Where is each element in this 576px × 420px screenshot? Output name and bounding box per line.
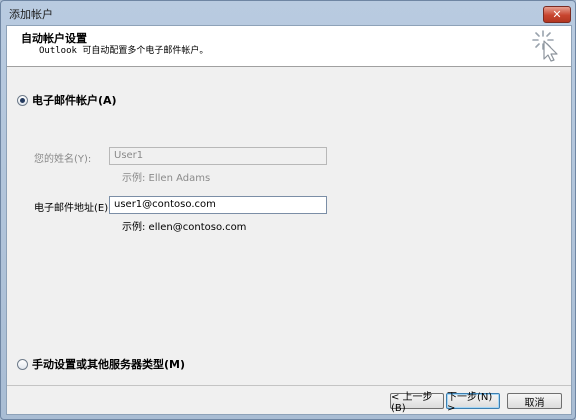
email-hint: 示例: ellen@contoso.com (122, 222, 247, 233)
radio-manual-setup[interactable]: 手动设置或其他服务器类型(M) (17, 356, 185, 372)
header-subtitle: Outlook 可自动配置多个电子邮件帐户。 (39, 46, 209, 56)
email-account-label: 电子邮件帐户(A) (32, 94, 117, 107)
next-button[interactable]: 下一步(N) > (446, 392, 500, 414)
name-hint: 示例: Ellen Adams (122, 173, 211, 184)
close-button[interactable]: ✕ (543, 6, 571, 23)
name-label: 您的姓名(Y): (34, 154, 92, 165)
back-button[interactable]: < 上一步(B) (390, 392, 444, 414)
add-account-dialog: 添加帐户 ✕ 自动帐户设置 Outlook 可自动配置多个电子邮件帐户。 电子邮… (0, 0, 576, 420)
close-icon: ✕ (552, 8, 562, 21)
wizard-header: 自动帐户设置 Outlook 可自动配置多个电子邮件帐户。 (7, 26, 571, 67)
email-label: 电子邮件地址(E): (34, 203, 112, 214)
name-input[interactable]: User1 (109, 147, 327, 165)
cancel-button[interactable]: 取消 (507, 393, 562, 409)
email-input[interactable]: user1@contoso.com (109, 196, 327, 214)
email-account-radio-button[interactable] (17, 94, 28, 106)
radio-email-account[interactable]: 电子邮件帐户(A) (17, 92, 117, 108)
manual-setup-label: 手动设置或其他服务器类型(M) (32, 358, 186, 371)
radio-selected-dot (20, 97, 25, 103)
dialog-body: 自动帐户设置 Outlook 可自动配置多个电子邮件帐户。 电子邮件帐户(A) (6, 25, 572, 415)
footer-divider (7, 385, 571, 386)
manual-setup-radio-button[interactable] (17, 358, 28, 370)
wizard-wand-icon (532, 30, 558, 62)
window-title: 添加帐户 (9, 8, 53, 21)
title-bar[interactable]: 添加帐户 ✕ (1, 1, 575, 25)
